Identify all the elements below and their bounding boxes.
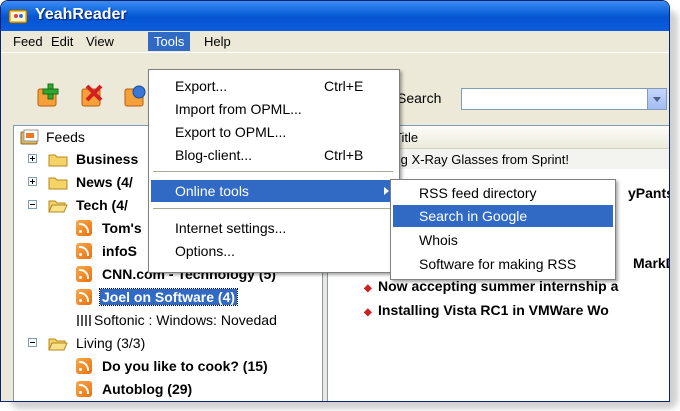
unread-bullet-icon: ◆ — [364, 283, 372, 294]
open-folder-icon — [48, 200, 68, 213]
tree-root-label: Feeds — [46, 129, 85, 145]
main-window: YeahReader Feed Edit View Tools Help Sea… — [0, 0, 670, 402]
tree-label: Tom's — [102, 220, 142, 236]
menu-tools[interactable]: Tools — [148, 32, 191, 51]
menu-item-label: Import from OPML... — [175, 101, 302, 117]
search-input[interactable] — [461, 88, 651, 110]
tree-label: Business — [76, 151, 139, 167]
submenu-item-label: RSS feed directory — [419, 185, 537, 201]
rss-icon — [76, 243, 92, 259]
rss-icon — [76, 220, 92, 236]
submenu-arrow-icon — [384, 187, 389, 195]
menu-view[interactable]: View — [80, 33, 120, 50]
rss-icon — [76, 289, 92, 305]
menu-item-export-opml[interactable]: Export to OPML... — [151, 121, 397, 143]
search-label: Search — [397, 90, 442, 106]
delete-feed-icon[interactable] — [79, 83, 105, 109]
menu-help[interactable]: Help — [198, 33, 237, 50]
collapse-icon[interactable] — [28, 338, 37, 347]
menu-separator — [153, 208, 393, 209]
submenu-item-search-google[interactable]: Search in Google — [393, 205, 613, 227]
menu-feed[interactable]: Feed — [7, 33, 49, 50]
menu-bar: Feed Edit View Tools Help — [1, 31, 669, 52]
menu-item-internet-settings[interactable]: Internet settings... — [151, 217, 397, 239]
menu-item-label: Blog-client... — [175, 147, 253, 163]
submenu-item-label: Whois — [419, 232, 458, 248]
menu-item-import-opml[interactable]: Import from OPML... — [151, 98, 397, 120]
tree-label: News (4/ — [76, 174, 133, 190]
menu-item-options[interactable]: Options... — [151, 240, 397, 262]
folder-icon — [48, 177, 68, 190]
rss-icon — [76, 358, 92, 374]
folder-icon — [48, 154, 68, 167]
menu-item-label: Options... — [175, 243, 235, 259]
expand-icon[interactable] — [28, 177, 37, 186]
open-folder-icon — [48, 338, 68, 351]
rss-icon — [76, 266, 92, 282]
softonic-icon — [77, 315, 91, 326]
tree-label: Do you like to cook? (15) — [102, 358, 268, 374]
tree-label: Softonic : Windows: Novedad — [94, 312, 277, 328]
menu-item-label: Export... — [175, 78, 228, 94]
menu-item-export[interactable]: Export... Ctrl+E — [151, 75, 397, 97]
feeds-root-icon — [20, 129, 39, 145]
rss-icon — [76, 381, 92, 397]
tree-label: Tech (4/ — [76, 197, 128, 213]
menu-item-label: Internet settings... — [175, 220, 287, 236]
title-bar[interactable]: YeahReader — [1, 1, 669, 31]
menu-item-shortcut: Ctrl+E — [324, 78, 364, 94]
tree-label: infoS — [102, 243, 137, 259]
menu-item-shortcut: Ctrl+B — [324, 147, 364, 163]
article-title: Now accepting summer internship a — [378, 278, 619, 294]
refresh-icon[interactable] — [122, 83, 148, 109]
menu-separator — [153, 171, 393, 172]
article-title-partial: MarkD — [633, 255, 669, 271]
menu-edit[interactable]: Edit — [45, 33, 79, 50]
online-tools-submenu: RSS feed directory Search in Google Whoi… — [390, 179, 616, 280]
submenu-item-rss-software[interactable]: Software for making RSS — [393, 253, 613, 275]
collapse-icon[interactable] — [28, 200, 37, 209]
tools-menu: Export... Ctrl+E Import from OPML... Exp… — [148, 69, 400, 273]
article-row-partial[interactable]: MarkD — [633, 255, 669, 271]
expand-icon[interactable] — [28, 154, 37, 163]
menu-item-online-tools[interactable]: Online tools — [151, 180, 397, 202]
yeahreader-app-icon — [8, 9, 28, 24]
menu-item-label: Export to OPML... — [175, 124, 287, 140]
menu-item-blog-client[interactable]: Blog-client... Ctrl+B — [151, 144, 397, 166]
article-row-partial[interactable]: yPants — [628, 185, 670, 201]
submenu-item-label: Software for making RSS — [419, 256, 577, 272]
submenu-item-rss-directory[interactable]: RSS feed directory — [393, 182, 613, 204]
tree-label-selected: Joel on Software (4) — [98, 288, 239, 306]
menu-item-label: Online tools — [175, 183, 249, 199]
submenu-item-whois[interactable]: Whois — [393, 229, 613, 251]
add-feed-icon[interactable] — [35, 83, 61, 109]
unread-bullet-icon: ◆ — [364, 307, 372, 318]
article-title: Installing Vista RC1 in VMWare Wo — [378, 302, 609, 318]
tree-label: Living (3/3) — [76, 335, 146, 351]
submenu-item-label: Search in Google — [419, 208, 528, 224]
search-dropdown-button[interactable] — [647, 88, 667, 110]
window-title: YeahReader — [35, 6, 127, 23]
article-title-partial: yPants — [628, 185, 670, 201]
tree-label: Autoblog (29) — [102, 381, 193, 397]
